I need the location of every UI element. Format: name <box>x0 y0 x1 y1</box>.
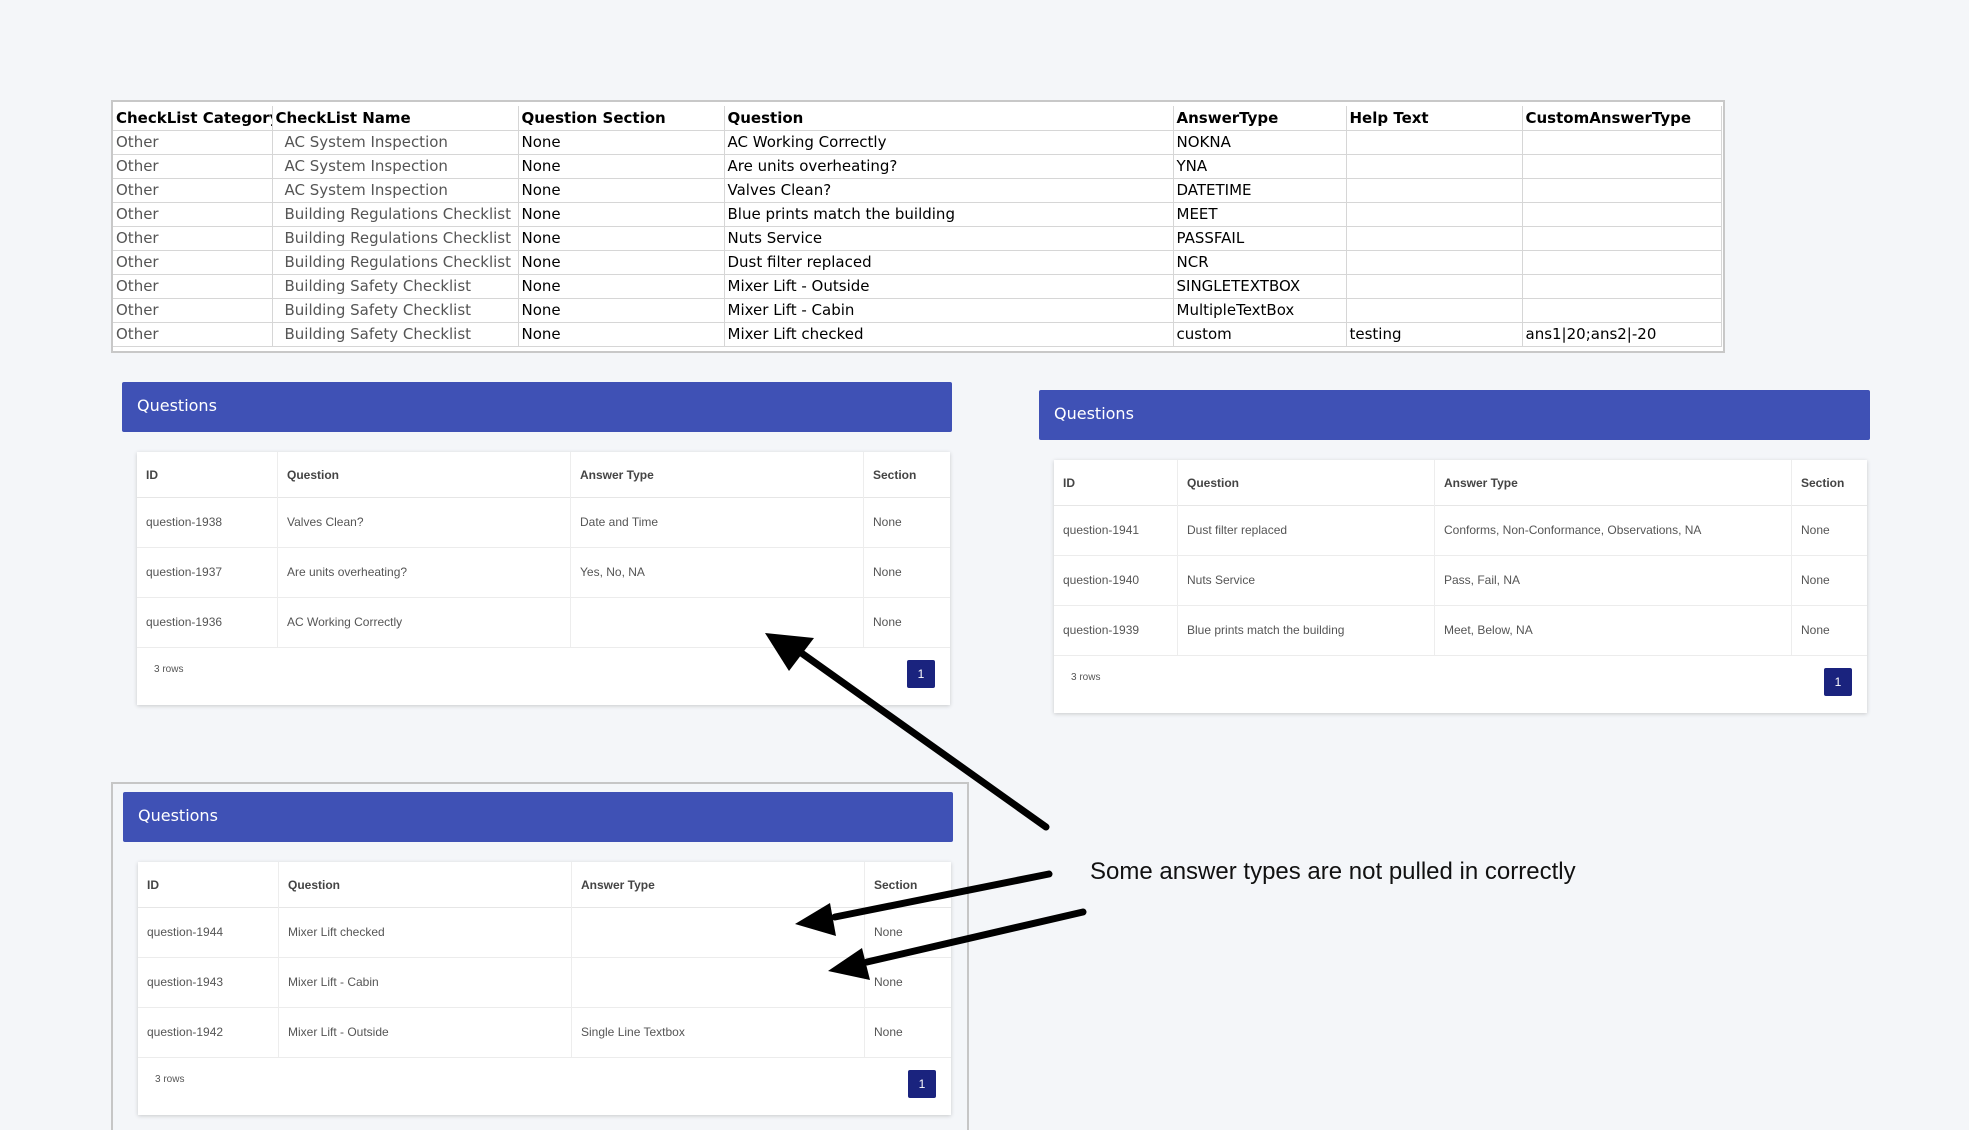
arrow-to-panel1-icon <box>765 633 1050 831</box>
arrow-to-row-1943-icon <box>828 908 1087 980</box>
annotation-text: Some answer types are not pulled in corr… <box>1090 858 1576 885</box>
annotation-arrows <box>765 633 1087 980</box>
